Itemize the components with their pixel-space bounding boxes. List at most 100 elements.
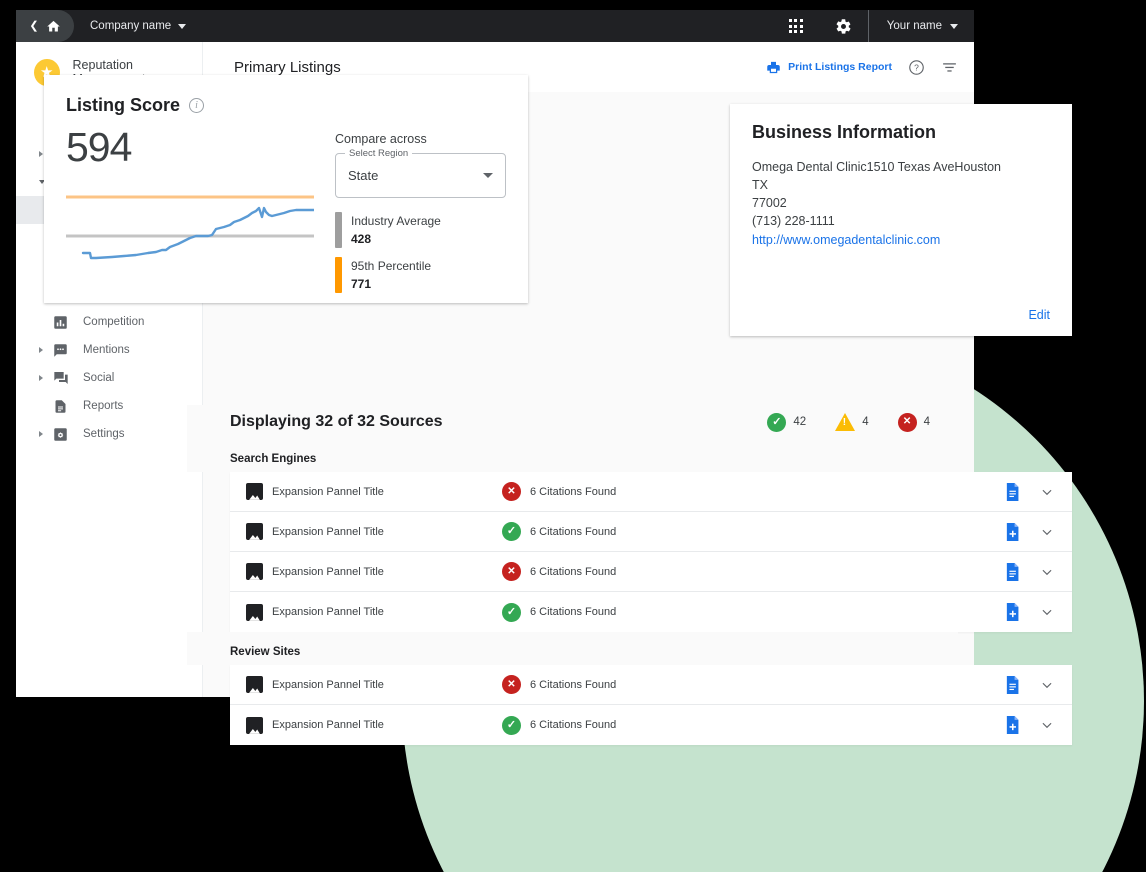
sources-header: Displaying 32 of 32 Sources ✓ 42 ! 4 ✕ 4 bbox=[187, 405, 958, 439]
status-count-error: ✕ 4 bbox=[897, 412, 930, 432]
listing-score-value: 594 bbox=[66, 124, 132, 170]
settings-button[interactable] bbox=[820, 10, 868, 42]
chat-bubble-icon bbox=[52, 342, 69, 359]
row-actions bbox=[1004, 603, 1072, 621]
back-chevron-icon: ❮ bbox=[29, 19, 39, 32]
company-selector[interactable]: Company name bbox=[90, 20, 187, 32]
sidebar-item-competition[interactable]: Competition bbox=[16, 308, 194, 336]
legend-swatch bbox=[335, 212, 342, 248]
filter-button[interactable] bbox=[941, 59, 958, 76]
chevron-down-icon[interactable] bbox=[1040, 525, 1054, 539]
forum-icon bbox=[52, 370, 69, 387]
listing-score-trend-line bbox=[81, 206, 316, 260]
listing-score-body: 594 Compare across Select Region State I… bbox=[66, 124, 506, 302]
chevron-down-icon bbox=[483, 173, 493, 178]
listing-score-title: Listing Score bbox=[66, 95, 181, 115]
chevron-down-icon[interactable] bbox=[1040, 718, 1054, 732]
screen-root: ❮ Company name Your name ★ Reputation Co… bbox=[0, 0, 1146, 872]
select-region-dropdown[interactable]: Select Region State bbox=[335, 148, 506, 198]
listing-score-header: Listing Score i bbox=[66, 95, 506, 116]
citations-found-label: 6 Citations Found bbox=[530, 485, 617, 498]
table-row[interactable]: Expansion Pannel Title ✕ 6 Citations Fou… bbox=[230, 472, 1072, 512]
chevron-down-icon[interactable] bbox=[1040, 678, 1054, 692]
document-add-icon[interactable] bbox=[1004, 522, 1020, 541]
table-row[interactable]: Expansion Pannel Title ✓ 6 Citations Fou… bbox=[230, 705, 1072, 745]
table-row[interactable]: Expansion Pannel Title ✓ 6 Citations Fou… bbox=[230, 512, 1072, 552]
warning-triangle-icon: ! bbox=[835, 413, 856, 431]
document-icon bbox=[52, 398, 69, 415]
citations-found-label: 6 Citations Found bbox=[530, 719, 617, 731]
status-count-value: 42 bbox=[793, 416, 807, 428]
legend-label: Industry Average bbox=[351, 214, 441, 228]
business-website-link[interactable]: http://www.omegadentalclinic.com bbox=[752, 231, 940, 249]
legend-value: 771 bbox=[351, 277, 372, 291]
listing-score-sparkline-chart bbox=[66, 191, 316, 268]
check-circle-icon: ✓ bbox=[502, 715, 521, 735]
select-region-legend: Select Region bbox=[345, 148, 413, 159]
document-add-icon[interactable] bbox=[1004, 716, 1020, 734]
table-row[interactable]: Expansion Pannel Title ✕ 6 Citations Fou… bbox=[230, 552, 1072, 592]
status-count-value: 4 bbox=[862, 416, 869, 428]
panel-list-search-engines: Expansion Pannel Title ✕ 6 Citations Fou… bbox=[187, 472, 1072, 632]
image-thumbnail-icon bbox=[246, 523, 263, 540]
listing-score-card: Listing Score i 594 Compare across Selec… bbox=[44, 75, 528, 303]
help-button[interactable]: ? bbox=[908, 59, 925, 76]
chevron-down-icon[interactable] bbox=[1040, 485, 1054, 499]
user-menu[interactable]: Your name bbox=[869, 20, 974, 32]
business-information-details: Omega Dental Clinic1510 Texas AveHouston… bbox=[752, 158, 1050, 249]
printer-icon bbox=[767, 61, 780, 73]
legend-item-industry-average: Industry Average 428 bbox=[335, 212, 506, 248]
apps-grid-icon bbox=[789, 19, 803, 33]
row-status: ✕ 6 Citations Found bbox=[502, 675, 616, 694]
chevron-down-icon[interactable] bbox=[1040, 565, 1054, 579]
gear-icon bbox=[836, 18, 851, 34]
row-actions bbox=[1004, 716, 1072, 734]
expand-chevron-icon bbox=[39, 375, 43, 381]
business-information-title: Business Information bbox=[752, 122, 937, 142]
document-lines-icon[interactable] bbox=[1004, 562, 1020, 581]
row-status: ✓ 6 Citations Found bbox=[502, 715, 617, 735]
chevron-down-icon bbox=[950, 23, 958, 29]
score-legend: Industry Average 428 95th Percentile 771 bbox=[335, 212, 506, 293]
row-status: ✕ 6 Citations Found bbox=[502, 562, 616, 581]
compare-across-label: Compare across bbox=[335, 132, 427, 146]
home-button[interactable]: ❮ bbox=[16, 10, 74, 42]
status-count-warning: ! 4 bbox=[835, 413, 869, 431]
business-state: TX bbox=[752, 178, 768, 193]
apps-button[interactable] bbox=[772, 10, 820, 42]
citations-found-label: 6 Citations Found bbox=[530, 525, 617, 538]
filter-icon bbox=[943, 62, 956, 72]
status-count-success: ✓ 42 bbox=[767, 412, 807, 432]
info-icon[interactable]: i bbox=[189, 98, 205, 113]
home-icon bbox=[46, 20, 60, 31]
score-right-column: Compare across Select Region State Indus… bbox=[335, 124, 506, 302]
panel-title: Expansion Pannel Title bbox=[272, 525, 384, 538]
print-listings-report-button[interactable]: Print Listings Report bbox=[766, 60, 892, 75]
image-thumbnail-icon bbox=[246, 603, 263, 621]
legend-swatch bbox=[335, 257, 342, 293]
expand-chevron-icon bbox=[39, 151, 43, 157]
score-left-column: 594 bbox=[66, 124, 316, 302]
citations-found-label: 6 Citations Found bbox=[530, 606, 617, 618]
error-circle-icon: ✕ bbox=[897, 412, 917, 432]
document-lines-icon[interactable] bbox=[1004, 482, 1020, 501]
panel-title: Expansion Pannel Title bbox=[272, 678, 384, 691]
table-row[interactable]: Expansion Pannel Title ✕ 6 Citations Fou… bbox=[230, 665, 1072, 705]
sources-count-title: Displaying 32 of 32 Sources bbox=[230, 413, 443, 430]
global-topbar: ❮ Company name Your name bbox=[16, 10, 974, 42]
business-zip: 77002 bbox=[752, 196, 787, 211]
chevron-down-icon[interactable] bbox=[1040, 605, 1054, 619]
error-circle-icon: ✕ bbox=[502, 482, 521, 501]
header-actions: Print Listings Report ? bbox=[766, 59, 958, 76]
sidebar-item-social[interactable]: Social bbox=[16, 364, 194, 392]
sidebar-item-reports[interactable]: Reports bbox=[16, 392, 194, 420]
legend-value: 428 bbox=[351, 232, 372, 246]
sidebar-item-settings[interactable]: Settings bbox=[16, 420, 194, 448]
settings-icon bbox=[52, 426, 69, 443]
document-add-icon[interactable] bbox=[1004, 603, 1020, 621]
edit-business-information-button[interactable]: Edit bbox=[1028, 308, 1050, 322]
table-row[interactable]: Expansion Pannel Title ✓ 6 Citations Fou… bbox=[230, 592, 1072, 632]
document-lines-icon[interactable] bbox=[1004, 675, 1020, 694]
sidebar-item-mentions[interactable]: Mentions bbox=[16, 336, 194, 364]
business-phone: (713) 228-1111 bbox=[752, 214, 835, 229]
